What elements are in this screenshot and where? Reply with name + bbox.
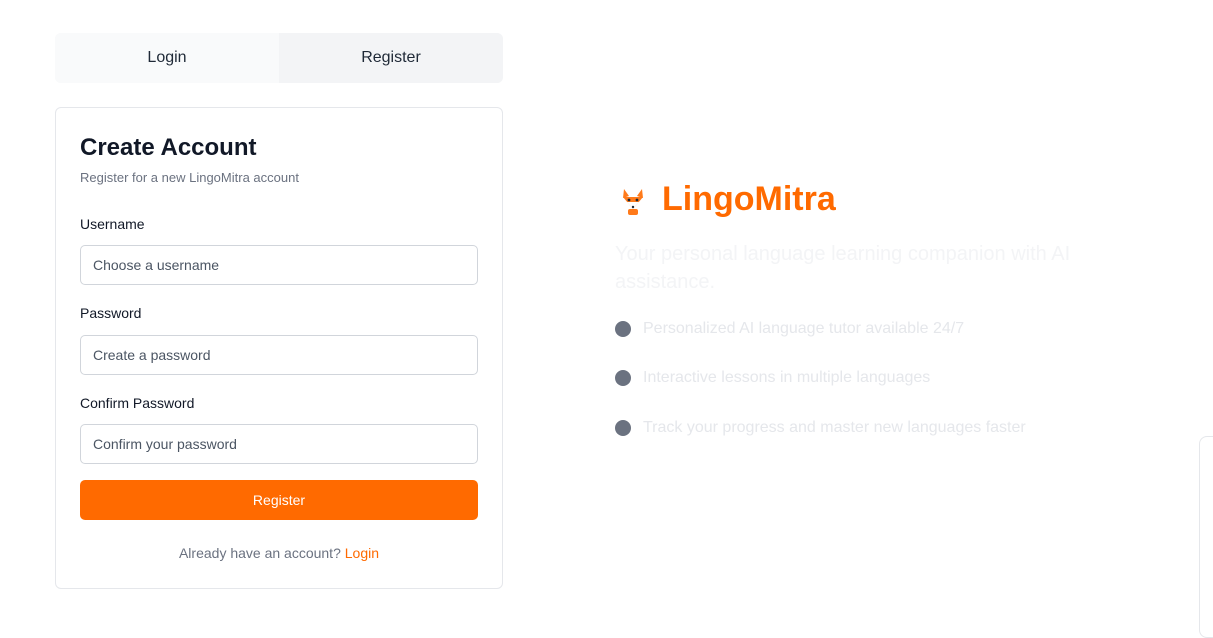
- username-label: Username: [80, 216, 145, 232]
- username-input[interactable]: [80, 245, 478, 285]
- auth-tabs: Login Register: [55, 33, 503, 83]
- login-prompt-text: Already have an account?: [178, 545, 341, 561]
- login-link[interactable]: Login: [345, 545, 379, 561]
- confirm-password-label: Confirm Password: [80, 395, 195, 411]
- tab-register[interactable]: Register: [279, 33, 503, 83]
- bullet-icon: [615, 321, 631, 337]
- feature-item: Track your progress and master new langu…: [615, 419, 1026, 437]
- tab-login[interactable]: Login: [55, 33, 279, 83]
- card-subtitle: Register for a new LingoMitra account: [80, 170, 299, 185]
- register-button[interactable]: Register: [80, 480, 478, 520]
- bullet-icon: [615, 420, 631, 436]
- register-card: Create Account Register for a new LingoM…: [55, 107, 503, 589]
- fox-icon: [623, 188, 643, 215]
- brand-tagline: Your personal language learning companio…: [615, 243, 1071, 293]
- password-label: Password: [80, 305, 142, 321]
- brand-header: LingoMitra: [616, 180, 836, 219]
- feature-text: Interactive lessons in multiple language…: [643, 369, 931, 386]
- feature-text: Personalized AI language tutor available…: [643, 320, 965, 337]
- confirm-password-input[interactable]: [80, 424, 478, 464]
- side-panel-edge: [1199, 436, 1213, 638]
- feature-item: Interactive lessons in multiple language…: [615, 369, 930, 387]
- feature-text: Track your progress and master new langu…: [643, 419, 1026, 436]
- password-input[interactable]: [80, 335, 478, 375]
- bullet-icon: [615, 370, 631, 386]
- login-prompt: Already have an account? Login: [56, 545, 502, 561]
- feature-item: Personalized AI language tutor available…: [615, 320, 964, 338]
- brand-name: LingoMitra: [662, 180, 836, 218]
- card-title: Create Account: [80, 134, 257, 161]
